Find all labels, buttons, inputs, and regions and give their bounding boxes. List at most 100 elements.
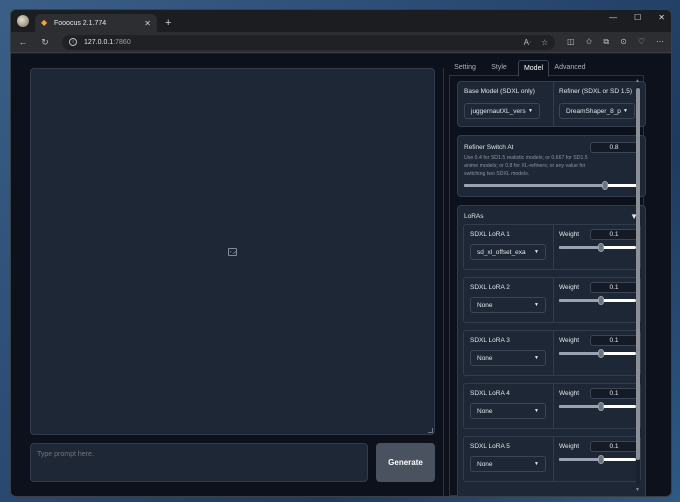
lora-dropdown[interactable]: None ▼	[470, 350, 546, 366]
slider-fill	[559, 299, 601, 302]
chevron-down-icon: ▼	[534, 302, 539, 308]
slider-fill	[559, 352, 601, 355]
lora-dropdown[interactable]: None ▼	[470, 297, 546, 313]
url-field[interactable]: i 127.0.0.1:7860 Aᐧ ☆	[62, 34, 556, 50]
weight-number[interactable]: 0.1	[590, 282, 638, 293]
slider-thumb[interactable]	[598, 455, 604, 464]
window-controls: — ☐ ✕	[609, 13, 665, 22]
slider-thumb[interactable]	[598, 402, 604, 411]
row-separator	[553, 437, 554, 481]
weight-slider[interactable]	[559, 243, 636, 252]
loras-title: LoRAs	[464, 213, 484, 220]
refiner-switch-slider[interactable]	[464, 181, 640, 190]
lora-label: SDXL LoRA 4	[470, 390, 510, 397]
lora-dropdown[interactable]: None ▼	[470, 403, 546, 419]
browser-tab[interactable]: ◆ Fooocus 2.1.774 ✕	[35, 14, 157, 32]
chevron-down-icon: ▼	[534, 355, 539, 361]
weight-label: Weight	[559, 337, 580, 344]
chevron-down-icon: ▼	[528, 108, 533, 114]
close-tab-icon[interactable]: ✕	[144, 19, 151, 28]
weight-number[interactable]: 0.1	[590, 335, 638, 346]
back-icon[interactable]: ←	[18, 37, 28, 47]
tab-advanced[interactable]: Advanced	[553, 60, 587, 75]
lora-row: SDXL LoRA 4 None ▼ Weight 0.1	[463, 383, 641, 429]
refiner-switch-hint: Use 0.4 for SD1.5 realistic models; or 0…	[464, 155, 588, 177]
weight-slider[interactable]	[559, 455, 636, 464]
base-model-label: Base Model (SDXL only)	[464, 88, 535, 95]
new-tab-icon[interactable]: +	[165, 17, 171, 29]
refiner-label: Refiner (SDXL or SD 1.5)	[559, 88, 633, 95]
lora-label: SDXL LoRA 5	[470, 443, 510, 450]
page-content: Generate Setting Style Model Advanced Ba…	[11, 54, 671, 496]
lora-value: None	[477, 408, 493, 415]
slider-fill	[559, 405, 601, 408]
read-aloud-icon[interactable]: Aᐧ	[524, 38, 531, 47]
weight-slider[interactable]	[559, 402, 636, 411]
lora-label: SDXL LoRA 3	[470, 337, 510, 344]
collections-icon[interactable]: ⧉	[603, 37, 609, 47]
card-separator	[553, 82, 554, 126]
slider-fill	[559, 458, 601, 461]
minimize-icon[interactable]: —	[609, 13, 617, 22]
lora-row: SDXL LoRA 3 None ▼ Weight 0.1	[463, 330, 641, 376]
base-model-dropdown[interactable]: juggernautXL_vers ▼	[464, 103, 540, 119]
chevron-down-icon: ▼	[534, 408, 539, 414]
scroll-up-icon[interactable]: ▲	[635, 78, 640, 84]
browser-window: ◆ Fooocus 2.1.774 ✕ + — ☐ ✕ ← ↻ i 127.0.…	[10, 9, 672, 497]
copilot-icon[interactable]: ♡	[638, 37, 645, 47]
close-window-icon[interactable]: ✕	[658, 13, 665, 22]
lora-label: SDXL LoRA 2	[470, 284, 510, 291]
lora-value: None	[477, 355, 493, 362]
lora-dropdown[interactable]: None ▼	[470, 456, 546, 472]
title-bar: ◆ Fooocus 2.1.774 ✕ + — ☐ ✕	[11, 10, 671, 32]
refiner-switch-number[interactable]: 0.8	[590, 142, 638, 153]
weight-number[interactable]: 0.1	[590, 441, 638, 452]
tab-style[interactable]: Style	[486, 60, 512, 75]
more-options-icon[interactable]: ⋯	[656, 37, 664, 47]
split-screen-icon[interactable]: ◫	[567, 37, 575, 47]
favorite-star-icon[interactable]: ☆	[541, 38, 548, 47]
scroll-thumb[interactable]	[636, 88, 640, 460]
slider-thumb[interactable]	[598, 296, 604, 305]
slider-fill	[559, 246, 601, 249]
address-bar: ← ↻ i 127.0.0.1:7860 Aᐧ ☆ ◫ ✩ ⧉ ⊙ ♡ ⋯	[11, 32, 671, 53]
weight-slider[interactable]	[559, 296, 636, 305]
lora-row: SDXL LoRA 1 sd_xl_offset_exa ▼ Weight 0.1	[463, 224, 641, 270]
row-separator	[553, 278, 554, 322]
chevron-down-icon: ▼	[623, 108, 628, 114]
maximize-icon[interactable]: ☐	[634, 13, 641, 22]
refiner-switch-label: Refiner Switch At	[464, 144, 514, 151]
row-separator	[553, 225, 554, 269]
model-panel: Base Model (SDXL only) juggernautXL_vers…	[449, 76, 646, 496]
model-select-card: Base Model (SDXL only) juggernautXL_vers…	[457, 81, 646, 127]
panel-scrollbar[interactable]: ▲ ▼	[635, 78, 640, 493]
profile-avatar[interactable]	[17, 15, 29, 27]
favicon-icon: ◆	[41, 18, 48, 27]
scroll-down-icon[interactable]: ▼	[635, 487, 640, 493]
slider-fill	[464, 184, 605, 187]
lora-row: SDXL LoRA 2 None ▼ Weight 0.1	[463, 277, 641, 323]
resize-handle[interactable]	[428, 428, 433, 433]
weight-slider[interactable]	[559, 349, 636, 358]
slider-thumb[interactable]	[598, 243, 604, 252]
url-host: 127.0.0.1	[84, 38, 114, 46]
toolbar-icons: ◫ ✩ ⧉ ⊙ ♡ ⋯	[567, 37, 664, 47]
lora-dropdown[interactable]: sd_xl_offset_exa ▼	[470, 244, 546, 260]
url-actions: Aᐧ ☆	[524, 38, 549, 47]
site-info-icon[interactable]: i	[69, 38, 77, 46]
favorites-icon[interactable]: ✩	[586, 37, 593, 47]
refiner-dropdown[interactable]: DreamShaper_8_p ▼	[559, 103, 635, 119]
slider-thumb[interactable]	[602, 181, 608, 190]
extension-icon[interactable]: ⊙	[620, 37, 627, 47]
tab-setting[interactable]: Setting	[452, 60, 478, 75]
chevron-down-icon: ▼	[534, 461, 539, 467]
generate-button[interactable]: Generate	[376, 443, 435, 482]
weight-number[interactable]: 0.1	[590, 388, 638, 399]
reload-icon[interactable]: ↻	[40, 37, 50, 48]
lora-label: SDXL LoRA 1	[470, 231, 510, 238]
weight-number[interactable]: 0.1	[590, 229, 638, 240]
prompt-input[interactable]	[30, 443, 368, 482]
slider-thumb[interactable]	[598, 349, 604, 358]
lora-value: sd_xl_offset_exa	[477, 249, 526, 256]
tab-model[interactable]: Model	[518, 60, 549, 77]
